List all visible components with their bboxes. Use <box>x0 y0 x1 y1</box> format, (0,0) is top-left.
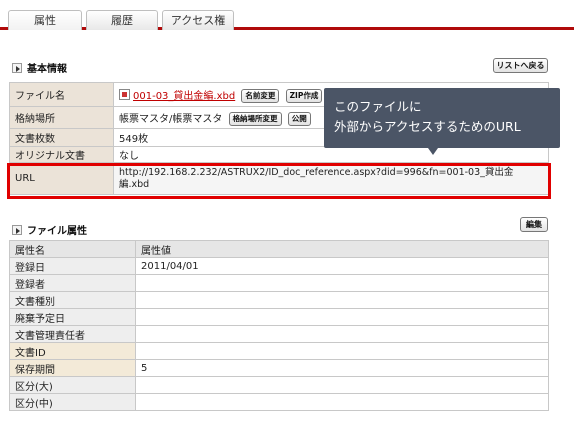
label-pages: 文書枚数 <box>9 128 114 147</box>
table-row: 区分(中) <box>9 393 549 411</box>
row-original: オリジナル文書 なし <box>9 146 549 163</box>
table-row: 文書種別 <box>9 291 549 309</box>
attr-name: 保存期間 <box>9 359 136 377</box>
xbd-file-icon <box>119 88 130 100</box>
attr-name: 廃棄予定日 <box>9 308 136 326</box>
file-attributes-header: ファイル属性 <box>12 222 87 237</box>
table-row: 廃棄予定日 <box>9 308 549 326</box>
table-row: 区分(大) <box>9 376 549 394</box>
table-row: 登録日 2011/04/01 <box>9 257 549 275</box>
tab-label: 属性 <box>34 14 56 27</box>
section-title: 基本情報 <box>27 64 67 75</box>
callout-line-1: このファイルに <box>334 99 422 114</box>
callout-pointer <box>428 148 438 155</box>
attr-name: 登録者 <box>9 274 136 292</box>
section-title: ファイル属性 <box>27 226 87 237</box>
attr-value <box>135 291 549 309</box>
file-link[interactable]: 001-03_貸出金編.xbd <box>133 91 235 102</box>
url-callout: このファイルに 外部からアクセスするためのURL <box>324 88 560 148</box>
callout-line-2: 外部からアクセスするためのURL <box>334 119 521 134</box>
attr-name: 区分(中) <box>9 393 136 411</box>
attr-value <box>135 376 549 394</box>
table-row: 文書管理責任者 <box>9 325 549 343</box>
url-value[interactable]: http://192.168.2.232/ASTRUX2/ID_doc_refe… <box>113 162 549 195</box>
tab-access-rights[interactable]: アクセス権 <box>162 10 234 30</box>
header-attr-value: 属性値 <box>135 240 549 258</box>
label-filename: ファイル名 <box>9 82 114 107</box>
attributes-table: 属性名 属性値 登録日 2011/04/01 登録者 文書種別 廃棄予定日 文書管… <box>9 240 549 411</box>
label-location: 格納場所 <box>9 106 114 129</box>
label-url: URL <box>9 162 114 195</box>
zip-create-button[interactable]: ZIP作成 <box>285 88 323 103</box>
tab-label: アクセス権 <box>170 14 226 27</box>
public-button[interactable]: 公開 <box>287 111 311 126</box>
attr-value <box>135 274 549 292</box>
change-location-button[interactable]: 格納場所変更 <box>228 111 282 126</box>
section-arrow-icon <box>12 62 22 73</box>
label-original: オリジナル文書 <box>9 146 114 163</box>
section-arrow-icon <box>12 224 22 235</box>
edit-button[interactable]: 編集 <box>520 217 548 232</box>
attr-name: 文書ID <box>9 342 136 360</box>
table-row: 保存期間 5 <box>9 359 549 377</box>
attr-value <box>135 308 549 326</box>
location-value: 帳票マスタ/帳票マスタ <box>119 113 223 125</box>
attributes-header-row: 属性名 属性値 <box>9 240 549 258</box>
basic-info-header: 基本情報 <box>12 60 67 75</box>
attr-value <box>135 325 549 343</box>
back-to-list-button[interactable]: リストへ戻る <box>493 58 548 73</box>
table-row: 文書ID <box>9 342 549 360</box>
attr-name: 区分(大) <box>9 376 136 394</box>
attr-value: 2011/04/01 <box>135 257 549 275</box>
attr-name: 文書種別 <box>9 291 136 309</box>
row-url: URL http://192.168.2.232/ASTRUX2/ID_doc_… <box>9 162 549 195</box>
tab-attributes[interactable]: 属性 <box>8 10 82 30</box>
rename-button[interactable]: 名前変更 <box>241 88 280 103</box>
attr-name: 文書管理責任者 <box>9 325 136 343</box>
tab-bar: 属性 履歴 アクセス権 <box>0 0 574 30</box>
attr-name: 登録日 <box>9 257 136 275</box>
table-row: 登録者 <box>9 274 549 292</box>
attr-value <box>135 342 549 360</box>
attr-value <box>135 393 549 411</box>
attr-value: 5 <box>135 359 549 377</box>
tab-history[interactable]: 履歴 <box>86 10 158 30</box>
original-value: なし <box>113 146 549 163</box>
tab-label: 履歴 <box>111 14 133 27</box>
header-attr-name: 属性名 <box>9 240 136 258</box>
